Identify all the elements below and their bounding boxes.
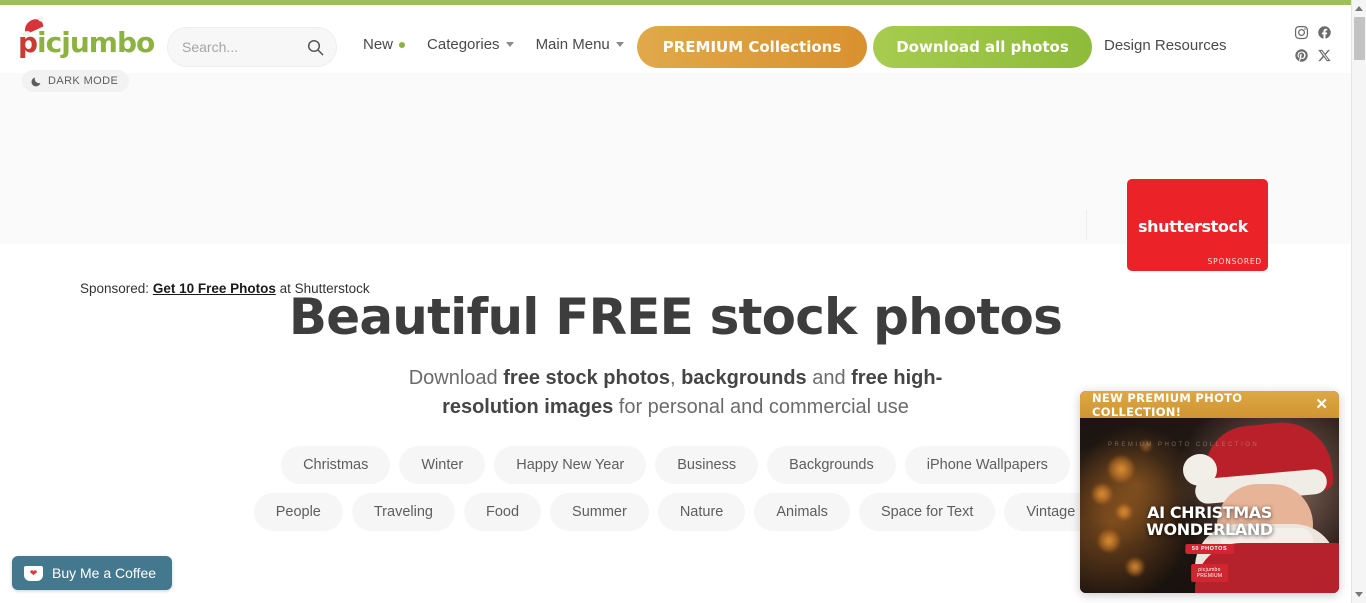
instagram-icon[interactable] bbox=[1294, 25, 1309, 40]
pinterest-icon[interactable] bbox=[1294, 48, 1309, 63]
hero-subtitle-part-6: for personal and commercial use bbox=[613, 396, 909, 418]
moon-icon bbox=[31, 77, 41, 86]
tag-traveling[interactable]: Traveling bbox=[351, 493, 455, 531]
tag-happy-new-year[interactable]: Happy New Year bbox=[494, 446, 647, 484]
heart-icon: ❤ bbox=[29, 567, 38, 578]
shutterstock-logo: shutterstock bbox=[1138, 217, 1248, 236]
tag-christmas[interactable]: Christmas bbox=[281, 446, 391, 484]
dark-mode-label: DARK MODE bbox=[48, 75, 119, 87]
nav-label-main-menu: Main Menu bbox=[535, 36, 610, 53]
promo-brand-badge: picjumbo PREMIUM bbox=[1190, 564, 1229, 582]
tag-business[interactable]: Business bbox=[655, 446, 759, 484]
ad-divider bbox=[1086, 210, 1087, 240]
close-icon[interactable]: ✕ bbox=[1312, 395, 1331, 414]
hero-subtitle-part-1: free stock photos bbox=[503, 367, 670, 389]
coffee-cup-icon: ❤ bbox=[24, 565, 43, 581]
logo-text-rest: icjumbo bbox=[37, 26, 155, 59]
buy-me-a-coffee-button[interactable]: ❤ Buy Me a Coffee bbox=[12, 556, 173, 590]
hero-subtitle-part-4: and bbox=[806, 367, 852, 389]
buy-me-a-coffee-label: Buy Me a Coffee bbox=[52, 565, 157, 581]
tag-space-for-text[interactable]: Space for Text bbox=[858, 493, 996, 531]
nav-label-categories: Categories bbox=[427, 36, 500, 53]
design-resources-link[interactable]: Design Resources bbox=[1104, 37, 1227, 54]
dark-mode-toggle[interactable]: DARK MODE bbox=[22, 70, 130, 92]
nav-item-main-menu[interactable]: Main Menu bbox=[536, 36, 624, 53]
sponsored-band: shutterstock SPONSORED Sponsored: Get 10… bbox=[0, 73, 1351, 296]
scroll-down-arrow[interactable] bbox=[1355, 592, 1363, 597]
social-links bbox=[1294, 25, 1338, 63]
tag-iphone-wallpapers[interactable]: iPhone Wallpapers bbox=[904, 446, 1070, 484]
hero-subtitle-part-0: Download bbox=[408, 367, 504, 389]
hero-subtitle-part-3: backgrounds bbox=[681, 367, 807, 389]
tag-animals[interactable]: Animals bbox=[754, 493, 850, 531]
scroll-up-arrow[interactable] bbox=[1355, 6, 1363, 11]
tag-food[interactable]: Food bbox=[463, 493, 542, 531]
tag-summer[interactable]: Summer bbox=[550, 493, 649, 531]
site-logo[interactable]: picjumbo bbox=[18, 16, 158, 59]
tag-winter[interactable]: Winter bbox=[399, 446, 486, 484]
promo-popup-header: NEW PREMIUM PHOTO COLLECTION! ✕ bbox=[1080, 391, 1339, 419]
promo-headline: AI CHRISTMAS WONDERLAND bbox=[1080, 504, 1339, 538]
tag-backgrounds[interactable]: Backgrounds bbox=[767, 446, 896, 484]
promo-popup-image[interactable]: PREMIUM PHOTO COLLECTION AI CHRISTMAS WO… bbox=[1080, 418, 1339, 593]
page-root: picjumbo New Categories Main Menu PR bbox=[0, 0, 1366, 603]
page-title: Beautiful FREE stock photos bbox=[288, 288, 1063, 346]
premium-collections-button[interactable]: PREMIUM Collections bbox=[637, 26, 867, 68]
tag-nature[interactable]: Nature bbox=[657, 493, 746, 531]
chevron-down-icon bbox=[505, 42, 514, 47]
bokeh-light bbox=[1092, 484, 1112, 504]
bokeh-light bbox=[1108, 456, 1134, 482]
chevron-down-icon bbox=[615, 42, 624, 47]
site-header: picjumbo New Categories Main Menu PR bbox=[0, 5, 1351, 73]
search-input[interactable] bbox=[182, 39, 302, 55]
nav-item-new[interactable]: New bbox=[363, 36, 406, 53]
promo-headline-line1: AI CHRISTMAS bbox=[1147, 503, 1272, 522]
vertical-scrollbar[interactable] bbox=[1351, 0, 1366, 603]
nav-label-new: New bbox=[363, 36, 394, 53]
promo-faint-text: PREMIUM PHOTO COLLECTION bbox=[1108, 442, 1260, 448]
promo-popup-title: NEW PREMIUM PHOTO COLLECTION! bbox=[1092, 391, 1243, 419]
promo-popup[interactable]: NEW PREMIUM PHOTO COLLECTION! ✕ PREMIUM … bbox=[1080, 391, 1339, 593]
download-all-photos-button[interactable]: Download all photos bbox=[873, 26, 1092, 68]
nav-item-categories[interactable]: Categories bbox=[427, 36, 514, 53]
hero-subtitle: Download free stock photos, backgrounds … bbox=[396, 364, 956, 422]
promo-brand-line2: PREMIUM bbox=[1196, 573, 1223, 579]
hero-subtitle-part-2: , bbox=[669, 367, 682, 389]
search-box[interactable] bbox=[167, 27, 337, 67]
x-twitter-icon[interactable] bbox=[1317, 48, 1332, 63]
tag-people[interactable]: People bbox=[253, 493, 343, 531]
promo-photo-count-badge: 50 PHOTOS bbox=[1184, 544, 1235, 554]
main-nav: New Categories Main Menu bbox=[363, 36, 624, 53]
new-indicator-dot bbox=[399, 41, 406, 48]
scroll-thumb[interactable] bbox=[1354, 17, 1365, 60]
search-icon[interactable] bbox=[307, 39, 324, 56]
promo-headline-line2: WONDERLAND bbox=[1146, 520, 1273, 539]
facebook-icon[interactable] bbox=[1317, 25, 1332, 40]
bokeh-light bbox=[1126, 558, 1144, 576]
